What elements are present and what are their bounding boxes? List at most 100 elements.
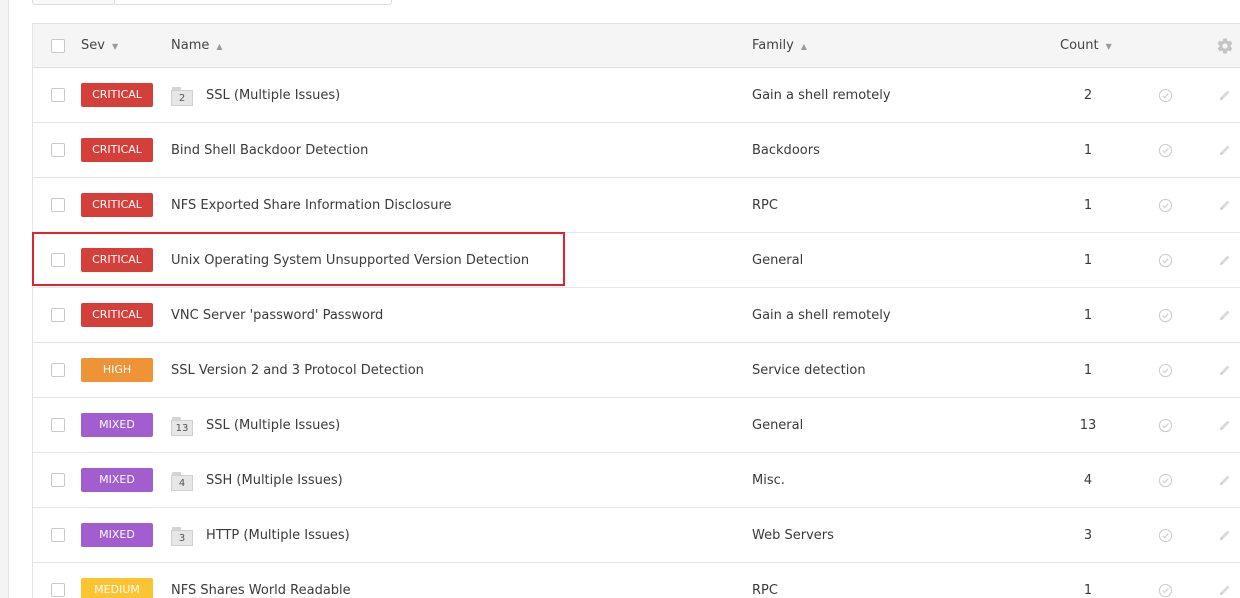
- family-cell: General: [752, 398, 803, 452]
- check-circle-icon: [1158, 528, 1173, 543]
- row-checkbox[interactable]: [51, 308, 65, 322]
- table-row[interactable]: MIXED 4 SSH (Multiple Issues) Misc. 4: [33, 453, 1240, 508]
- edit-button[interactable]: [1215, 288, 1235, 342]
- sort-desc-icon: ▼: [1105, 42, 1112, 51]
- check-circle-icon: [1158, 363, 1173, 378]
- count-cell: 1: [1033, 563, 1143, 598]
- edit-button[interactable]: [1215, 563, 1235, 598]
- edit-button[interactable]: [1215, 68, 1235, 122]
- plugin-family: Web Servers: [752, 527, 834, 543]
- select-all-checkbox[interactable]: [51, 38, 65, 53]
- plugin-name: Unix Operating System Unsupported Versio…: [171, 252, 530, 268]
- count-column-header[interactable]: Count ▼: [1060, 24, 1112, 67]
- severity-cell: CRITICAL: [81, 123, 153, 177]
- name-cell[interactable]: 13 SSL (Multiple Issues): [171, 398, 340, 452]
- table-row[interactable]: MIXED 13 SSL (Multiple Issues) General 1…: [33, 398, 1240, 453]
- sort-asc-icon: ▲: [800, 42, 807, 51]
- edit-button[interactable]: [1215, 343, 1235, 397]
- name-cell[interactable]: NFS Shares World Readable: [171, 563, 351, 598]
- folder-icon: 2: [171, 86, 193, 106]
- table-row[interactable]: HIGH SSL Version 2 and 3 Protocol Detect…: [33, 343, 1240, 398]
- row-checkbox[interactable]: [51, 198, 65, 212]
- name-cell[interactable]: 3 HTTP (Multiple Issues): [171, 508, 350, 562]
- search-input[interactable]: [114, 0, 392, 5]
- name-cell[interactable]: 4 SSH (Multiple Issues): [171, 453, 343, 507]
- vulnerabilities-page: Sev ▼ Name ▲ Family ▲ Count ▼ CRITICAL 2…: [0, 0, 1240, 598]
- name-cell[interactable]: Unix Operating System Unsupported Versio…: [171, 233, 529, 287]
- name-column-header[interactable]: Name ▲: [171, 24, 223, 67]
- severity-cell: MIXED: [81, 508, 153, 562]
- name-cell[interactable]: Bind Shell Backdoor Detection: [171, 123, 368, 177]
- table-row[interactable]: MIXED 3 HTTP (Multiple Issues) Web Serve…: [33, 508, 1240, 563]
- severity-cell: HIGH: [81, 343, 153, 397]
- row-checkbox[interactable]: [51, 528, 65, 542]
- snooze-button[interactable]: [1155, 288, 1175, 342]
- table-row[interactable]: CRITICAL Unix Operating System Unsupport…: [33, 233, 1240, 288]
- severity-badge: MIXED: [81, 468, 153, 492]
- snooze-button[interactable]: [1155, 68, 1175, 122]
- plugin-name: NFS Shares World Readable: [171, 582, 351, 598]
- sev-header-label: Sev: [81, 38, 105, 53]
- snooze-button[interactable]: [1155, 178, 1175, 232]
- table-row[interactable]: CRITICAL 2 SSL (Multiple Issues) Gain a …: [33, 68, 1240, 123]
- snooze-button[interactable]: [1155, 233, 1175, 287]
- sev-column-header[interactable]: Sev ▼: [81, 24, 118, 67]
- plugin-family: Misc.: [752, 472, 785, 488]
- table-body: CRITICAL 2 SSL (Multiple Issues) Gain a …: [33, 68, 1240, 598]
- edit-button[interactable]: [1215, 123, 1235, 177]
- name-cell[interactable]: 2 SSL (Multiple Issues): [171, 68, 340, 122]
- gear-icon: [1216, 37, 1234, 55]
- plugin-family: General: [752, 252, 804, 268]
- row-checkbox[interactable]: [51, 253, 65, 267]
- snooze-button[interactable]: [1155, 453, 1175, 507]
- folder-icon: 13: [171, 416, 193, 436]
- family-column-header[interactable]: Family ▲: [752, 24, 807, 67]
- check-circle-icon: [1158, 88, 1173, 103]
- filter-dropdown[interactable]: [32, 0, 116, 5]
- name-cell[interactable]: VNC Server 'password' Password: [171, 288, 383, 342]
- severity-cell: CRITICAL: [81, 68, 153, 122]
- row-checkbox[interactable]: [51, 88, 65, 102]
- severity-badge: HIGH: [81, 358, 153, 382]
- name-cell[interactable]: SSL Version 2 and 3 Protocol Detection: [171, 343, 424, 397]
- column-settings-button[interactable]: [1215, 24, 1235, 67]
- plugin-name: SSL (Multiple Issues): [206, 87, 341, 103]
- plugin-family: RPC: [752, 582, 778, 598]
- severity-badge: MIXED: [81, 413, 153, 437]
- edit-button[interactable]: [1215, 178, 1235, 232]
- snooze-button[interactable]: [1155, 123, 1175, 177]
- snooze-button[interactable]: [1155, 343, 1175, 397]
- family-cell: Gain a shell remotely: [752, 68, 891, 122]
- snooze-button[interactable]: [1155, 508, 1175, 562]
- family-header-label: Family: [752, 38, 794, 53]
- name-cell[interactable]: NFS Exported Share Information Disclosur…: [171, 178, 452, 232]
- snooze-button[interactable]: [1155, 563, 1175, 598]
- check-circle-icon: [1158, 143, 1173, 158]
- plugin-name: SSH (Multiple Issues): [206, 472, 343, 488]
- family-cell: RPC: [752, 178, 778, 232]
- table-row[interactable]: CRITICAL NFS Exported Share Information …: [33, 178, 1240, 233]
- edit-button[interactable]: [1215, 398, 1235, 452]
- edit-button[interactable]: [1215, 233, 1235, 287]
- severity-badge: CRITICAL: [81, 303, 153, 327]
- plugin-name: VNC Server 'password' Password: [171, 307, 384, 323]
- row-checkbox[interactable]: [51, 473, 65, 487]
- table-row[interactable]: MEDIUM NFS Shares World Readable RPC 1: [33, 563, 1240, 598]
- edit-button[interactable]: [1215, 453, 1235, 507]
- table-row[interactable]: CRITICAL Bind Shell Backdoor Detection B…: [33, 123, 1240, 178]
- family-cell: Backdoors: [752, 123, 820, 177]
- row-checkbox[interactable]: [51, 583, 65, 597]
- edit-button[interactable]: [1215, 508, 1235, 562]
- snooze-button[interactable]: [1155, 398, 1175, 452]
- row-checkbox[interactable]: [51, 418, 65, 432]
- count-cell: 1: [1033, 178, 1143, 232]
- row-checkbox[interactable]: [51, 363, 65, 377]
- plugin-name: SSL Version 2 and 3 Protocol Detection: [171, 362, 424, 378]
- folder-count: 13: [175, 422, 189, 434]
- table-row[interactable]: CRITICAL VNC Server 'password' Password …: [33, 288, 1240, 343]
- pencil-icon: [1218, 473, 1232, 487]
- row-checkbox[interactable]: [51, 143, 65, 157]
- check-circle-icon: [1158, 308, 1173, 323]
- table-header: Sev ▼ Name ▲ Family ▲ Count ▼: [33, 24, 1240, 68]
- plugin-family: Gain a shell remotely: [752, 87, 891, 103]
